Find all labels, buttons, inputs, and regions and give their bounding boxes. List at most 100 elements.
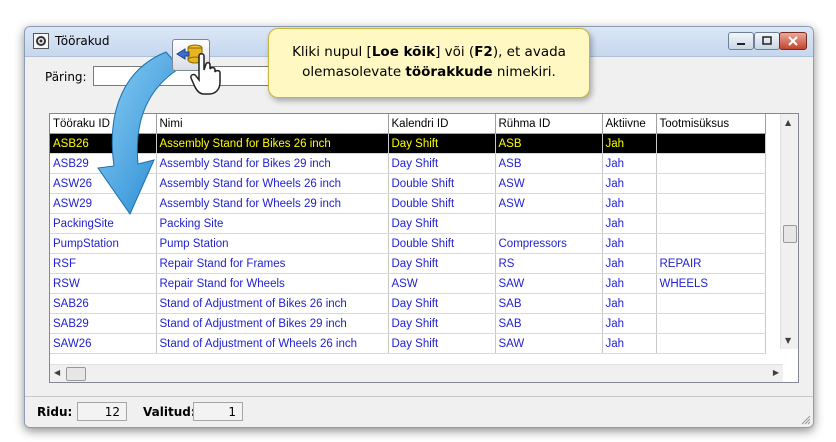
cell-workcell-id: SAB26 [50, 293, 157, 314]
cell-calendar-id: Day Shift [388, 153, 496, 174]
hand-cursor-icon [190, 53, 221, 95]
scroll-down-icon[interactable]: ▼ [785, 336, 791, 345]
close-icon [788, 36, 798, 46]
horizontal-scroll-thumb[interactable] [66, 367, 86, 381]
cell-calendar-id: Day Shift [388, 213, 496, 234]
gear-icon [33, 33, 49, 49]
vertical-scroll-thumb[interactable] [783, 225, 797, 243]
cell-production-unit [656, 173, 766, 194]
cell-calendar-id: ASW [388, 273, 496, 294]
cell-workcell-id: SAW26 [50, 333, 157, 354]
scroll-right-icon[interactable]: ▶ [773, 368, 779, 377]
cell-active: Jah [602, 273, 657, 294]
callout-text: ), et avada [492, 44, 566, 60]
callout-text: ] või ( [435, 44, 475, 60]
cell-name: Repair Stand for Wheels [156, 273, 389, 294]
callout-text: Kliki nupul [ [292, 44, 372, 60]
cell-name: Repair Stand for Frames [156, 253, 389, 274]
callout-bold: Loe kõik [371, 44, 436, 60]
callout-line-2: olemasolevate töörakkude nimekiri. [269, 62, 589, 82]
cell-production-unit [656, 333, 766, 354]
selected-count-value: 1 [193, 402, 243, 421]
rows-count-value: 12 [77, 402, 127, 421]
cell-name: Stand of Adjustment of Bikes 29 inch [156, 313, 389, 334]
window-title: Töörakud [55, 34, 110, 48]
query-label: Päring: [45, 70, 87, 84]
minimize-icon [737, 43, 745, 45]
cell-group-id: SAB [495, 293, 603, 314]
cell-production-unit: WHEELS [656, 273, 766, 294]
cell-calendar-id: Day Shift [388, 133, 496, 154]
status-bar: Ridu: 12 Valitud: 1 [25, 396, 813, 427]
cell-calendar-id: Double Shift [388, 173, 496, 194]
maximize-icon [762, 36, 772, 45]
table-row[interactable]: SAW26 Stand of Adjustment of Wheels 26 in… [50, 333, 766, 354]
vertical-scrollbar[interactable]: ▲ ▼ [780, 114, 798, 349]
cell-calendar-id: Double Shift [388, 233, 496, 254]
cell-group-id: SAW [495, 333, 603, 354]
column-header-production-unit[interactable]: Tootmisüksus [656, 114, 766, 134]
horizontal-scrollbar[interactable]: ◀ ▶ [50, 364, 783, 382]
cell-workcell-id: RSW [50, 273, 157, 294]
cell-group-id: Compressors [495, 233, 603, 254]
callout-text: nimekiri. [492, 64, 556, 80]
column-header-active[interactable]: Aktiivne [602, 114, 657, 134]
table-row[interactable]: RSF Repair Stand for Frames Day Shift RS Jah… [50, 253, 766, 274]
rows-count-label: Ridu: [37, 405, 73, 419]
cell-production-unit [656, 293, 766, 314]
cell-active: Jah [602, 213, 657, 234]
callout-line-1: Kliki nupul [Loe kõik] või (F2), et avad… [269, 42, 589, 62]
cell-calendar-id: Day Shift [388, 253, 496, 274]
cell-active: Jah [602, 133, 657, 154]
cell-group-id: SAB [495, 313, 603, 334]
cell-active: Jah [602, 173, 657, 194]
table-row[interactable]: RSW Repair Stand for Wheels ASW SAW Jah WHEEL… [50, 273, 766, 294]
callout-bold: F2 [474, 44, 493, 60]
minimize-button[interactable] [728, 32, 754, 50]
cell-group-id: RS [495, 253, 603, 274]
cell-group-id: ASW [495, 173, 603, 194]
cell-production-unit [656, 313, 766, 334]
cell-active: Jah [602, 233, 657, 254]
column-header-calendar-id[interactable]: Kalendri ID [388, 114, 496, 134]
callout-bold: töörakkude [405, 64, 493, 80]
table-row[interactable]: SAB29 Stand of Adjustment of Bikes 29 inc… [50, 313, 766, 334]
cell-active: Jah [602, 313, 657, 334]
cell-workcell-id: SAB29 [50, 313, 157, 334]
cell-active: Jah [602, 153, 657, 174]
cell-group-id: ASW [495, 193, 603, 214]
cell-production-unit [656, 213, 766, 234]
cell-calendar-id: Double Shift [388, 193, 496, 214]
cell-production-unit [656, 193, 766, 214]
cell-name: Pump Station [156, 233, 389, 254]
cell-name: Stand of Adjustment of Wheels 26 inch [156, 333, 389, 354]
cell-group-id: ASB [495, 133, 603, 154]
table-row[interactable]: SAB26 Stand of Adjustment of Bikes 26 inc… [50, 293, 766, 314]
column-header-group-id[interactable]: Rühma ID [495, 114, 603, 134]
cell-calendar-id: Day Shift [388, 293, 496, 314]
cell-name: Stand of Adjustment of Bikes 26 inch [156, 293, 389, 314]
cell-calendar-id: Day Shift [388, 313, 496, 334]
resize-grip-icon[interactable] [799, 413, 811, 425]
cell-active: Jah [602, 253, 657, 274]
instruction-callout: Kliki nupul [Loe kõik] või (F2), et avad… [268, 28, 590, 98]
scroll-left-icon[interactable]: ◀ [54, 368, 60, 377]
cell-calendar-id: Day Shift [388, 333, 496, 354]
selected-count-label: Valitud: [143, 405, 196, 419]
cell-group-id: ASB [495, 153, 603, 174]
cell-group-id [495, 213, 603, 234]
table-row[interactable]: PumpStation Pump Station Double Shift Compr… [50, 233, 766, 254]
cell-group-id: SAW [495, 273, 603, 294]
cell-production-unit: REPAIR [656, 253, 766, 274]
scroll-up-icon[interactable]: ▲ [785, 118, 791, 127]
cell-production-unit [656, 233, 766, 254]
cell-active: Jah [602, 293, 657, 314]
cell-workcell-id: PumpStation [50, 233, 157, 254]
cell-production-unit [656, 133, 766, 154]
cell-active: Jah [602, 193, 657, 214]
cell-workcell-id: RSF [50, 253, 157, 274]
callout-text: olemasolevate [302, 64, 406, 80]
close-button[interactable] [779, 32, 807, 50]
cell-production-unit [656, 153, 766, 174]
maximize-button[interactable] [754, 32, 780, 50]
